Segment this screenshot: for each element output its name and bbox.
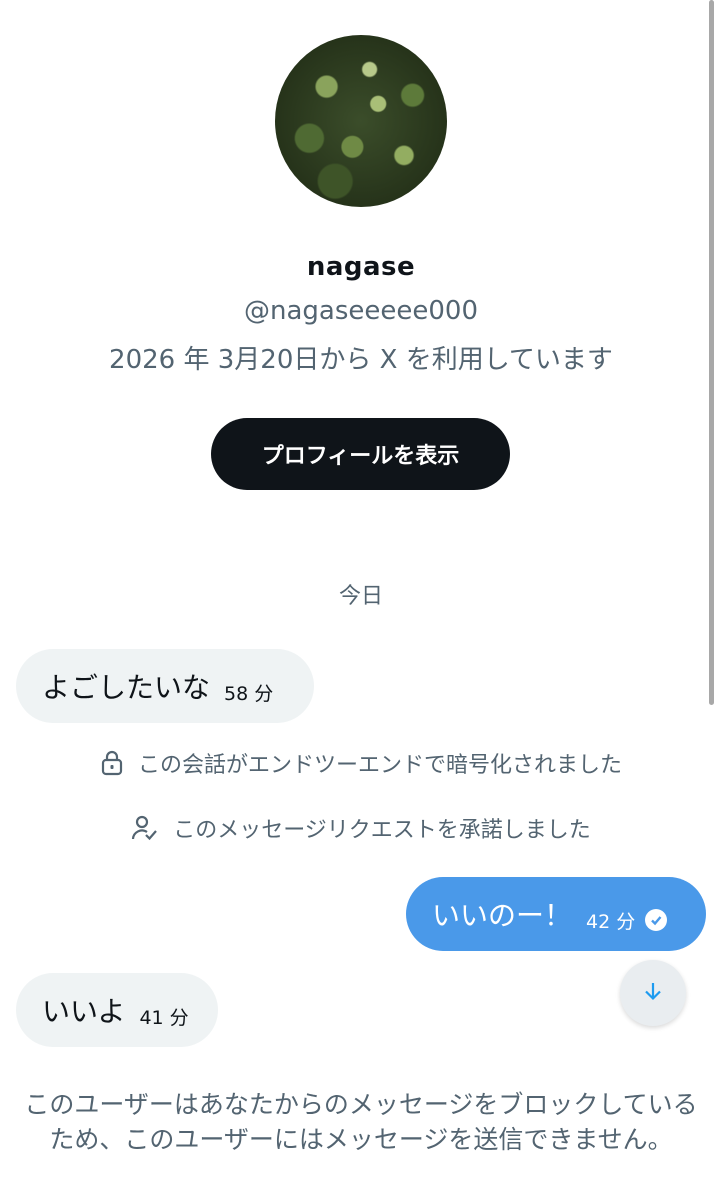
message-time: 58 分 <box>224 682 274 705</box>
message-text: いいよ <box>42 995 126 1028</box>
message-time: 41 分 <box>139 1006 189 1029</box>
message-text: いいのー！ <box>432 899 573 932</box>
date-separator: 今日 <box>338 584 383 609</box>
message-time: 42 分 <box>586 910 636 933</box>
system-message-text: このメッセージリクエストを承諾しました <box>173 818 591 843</box>
user-check-icon <box>131 814 159 842</box>
arrow-down-icon <box>642 980 664 1006</box>
joined-date: 2026 年 3月20日から X を利用しています <box>109 345 613 375</box>
read-check-icon <box>645 909 668 931</box>
blocked-notice: このユーザーはあなたからのメッセージをブロックしているため、このユーザーにはメッ… <box>24 1090 698 1154</box>
message-bubble-incoming[interactable]: よごしたいな 58 分 <box>16 649 314 723</box>
lock-icon <box>100 750 124 776</box>
display-name: nagase <box>306 252 416 282</box>
system-message-accepted: このメッセージリクエストを承諾しました <box>0 812 722 844</box>
user-handle: @nagaseeeee000 <box>244 296 478 326</box>
message-bubble-incoming[interactable]: いいよ 41 分 <box>16 973 218 1047</box>
message-text: よごしたいな <box>42 671 211 704</box>
avatar[interactable] <box>275 35 447 207</box>
message-bubble-outgoing[interactable]: いいのー！ 42 分 <box>406 877 706 951</box>
system-message-text: この会話がエンドツーエンドで暗号化されました <box>137 753 622 778</box>
system-message-encrypted: この会話がエンドツーエンドで暗号化されました <box>0 747 722 779</box>
view-profile-button[interactable]: プロフィールを表示 <box>211 418 510 490</box>
scroll-to-bottom-button[interactable] <box>620 960 686 1026</box>
